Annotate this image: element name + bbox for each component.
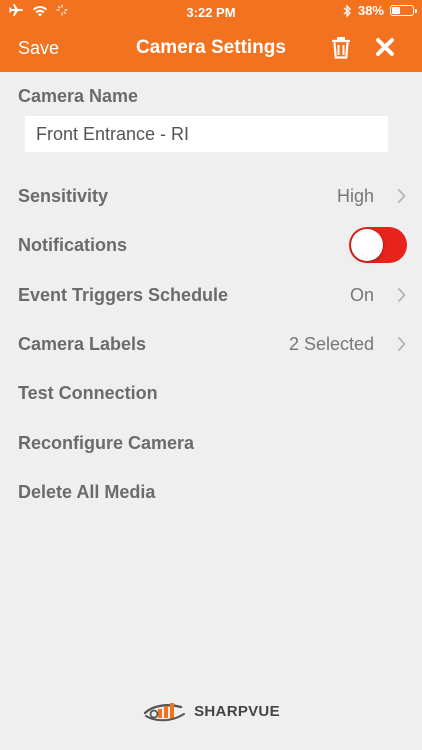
top-bar: 3:22 PM 38% Save Camera Settings <box>0 0 422 72</box>
camera-labels-row[interactable]: Camera Labels 2 Selected <box>0 324 422 364</box>
brand-footer: SHARPVUE <box>0 698 422 724</box>
sensitivity-row[interactable]: Sensitivity High <box>0 176 422 216</box>
toggle-knob <box>351 229 383 261</box>
chevron-right-icon <box>397 336 406 352</box>
reconfigure-camera-label: Reconfigure Camera <box>18 433 195 453</box>
bluetooth-icon <box>343 3 351 18</box>
battery-percent: 38% <box>357 3 384 18</box>
chevron-right-icon <box>397 188 406 204</box>
page-title: Camera Settings <box>136 37 286 58</box>
event-triggers-row[interactable]: Event Triggers Schedule On <box>0 275 422 315</box>
battery-icon <box>390 5 417 16</box>
notifications-label: Notifications <box>18 235 128 255</box>
sensitivity-value: High <box>336 186 374 206</box>
delete-all-media-label: Delete All Media <box>18 482 156 502</box>
event-triggers-label: Event Triggers Schedule <box>18 285 229 305</box>
notifications-toggle[interactable] <box>349 227 407 263</box>
delete-all-media-row[interactable]: Delete All Media <box>0 472 422 512</box>
close-icon[interactable] <box>375 37 395 62</box>
trash-icon[interactable] <box>331 36 351 65</box>
status-bar: 3:22 PM 38% <box>0 0 422 24</box>
camera-labels-value: 2 Selected <box>288 334 374 354</box>
battery-fill <box>392 7 400 14</box>
event-triggers-value: On <box>349 285 374 305</box>
sharpvue-logo-icon <box>143 703 186 722</box>
camera-labels-label: Camera Labels <box>18 334 147 354</box>
chevron-right-icon <box>397 287 406 303</box>
nav-bar: Save Camera Settings <box>0 28 422 68</box>
test-connection-label: Test Connection <box>18 383 158 403</box>
reconfigure-camera-row[interactable]: Reconfigure Camera <box>0 423 422 463</box>
sensitivity-label: Sensitivity <box>18 186 109 206</box>
brand-name: SHARPVUE <box>194 702 280 720</box>
camera-name-label: Camera Name <box>18 86 139 106</box>
test-connection-row[interactable]: Test Connection <box>0 373 422 413</box>
camera-name-input[interactable] <box>25 116 388 152</box>
status-right: 38% <box>343 3 417 18</box>
